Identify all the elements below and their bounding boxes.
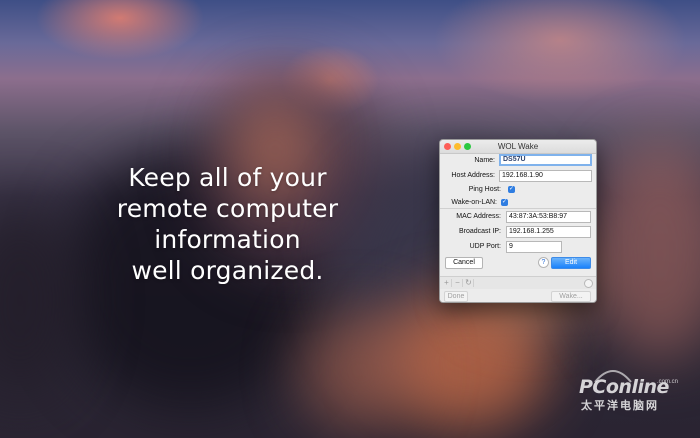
watermark-subtitle: 太平洋电脑网 xyxy=(581,400,659,412)
headline-line: remote computer xyxy=(116,194,339,223)
mac-label-cell: MAC Address: xyxy=(440,211,501,222)
wake-on-lan-label: Wake-on-LAN: xyxy=(451,199,497,206)
edit-button[interactable]: Edit xyxy=(551,257,591,269)
watermark-logo-text: PConline xyxy=(579,376,669,398)
ping-label-cell: Ping Host: xyxy=(440,184,501,195)
window-title: WOL Wake xyxy=(497,142,539,151)
broadcast-label-cell: Broadcast IP: xyxy=(440,226,501,237)
wol-wake-window: WOL Wake Name: DS57U Host Address: 192.1… xyxy=(439,139,597,303)
broadcast-ip-label: Broadcast IP: xyxy=(458,228,501,235)
wake-on-lan-checkbox[interactable]: ✓ xyxy=(501,199,508,206)
ping-host-checkbox[interactable]: ✓ xyxy=(508,186,515,193)
help-button[interactable]: ? xyxy=(538,257,549,268)
add-host-button[interactable]: + xyxy=(442,279,452,287)
name-label: Name: xyxy=(474,157,495,164)
status-indicator-icon xyxy=(584,279,593,288)
headline-line: information xyxy=(154,225,301,254)
mac-address-label: MAC Address: xyxy=(456,213,501,220)
name-label-cell: Name: xyxy=(440,155,495,166)
udp-port-field[interactable]: 9 xyxy=(506,241,562,253)
udp-label-cell: UDP Port: xyxy=(440,241,501,252)
headline: Keep all of your remote computer informa… xyxy=(110,162,345,286)
cancel-button[interactable]: Cancel xyxy=(445,257,483,269)
headline-line: well organized. xyxy=(131,256,324,285)
divider xyxy=(440,208,596,209)
watermark-domain: .com.cn xyxy=(657,379,679,385)
done-button[interactable]: Done xyxy=(444,291,468,302)
background-blur-shape xyxy=(300,310,420,430)
udp-port-label: UDP Port: xyxy=(469,243,501,250)
host-address-field[interactable]: 192.168.1.90 xyxy=(499,170,592,182)
name-field[interactable]: DS57U xyxy=(499,154,592,166)
remove-host-button[interactable]: − xyxy=(453,279,463,287)
wol-label-cell: Wake-on-LAN: xyxy=(440,197,497,208)
host-label-cell: Host Address: xyxy=(440,170,495,181)
watermark: PConline .com.cn 太平洋电脑网 xyxy=(575,366,685,412)
mac-address-field[interactable]: 43:87:3A:53:B8:97 xyxy=(506,211,591,223)
list-toolbar: + − ↻ xyxy=(440,276,596,289)
wake-button[interactable]: Wake... xyxy=(551,291,591,302)
host-address-label: Host Address: xyxy=(451,172,495,179)
broadcast-ip-field[interactable]: 192.168.1.255 xyxy=(506,226,591,238)
headline-line: Keep all of your xyxy=(128,163,327,192)
window-footer: Done Wake... xyxy=(440,289,596,302)
background-blur-shape xyxy=(0,200,80,400)
title-bar[interactable]: WOL Wake xyxy=(440,140,596,154)
background-blur-shape xyxy=(590,140,700,360)
refresh-icon[interactable]: ↻ xyxy=(464,279,474,287)
ping-host-label: Ping Host: xyxy=(468,186,501,193)
